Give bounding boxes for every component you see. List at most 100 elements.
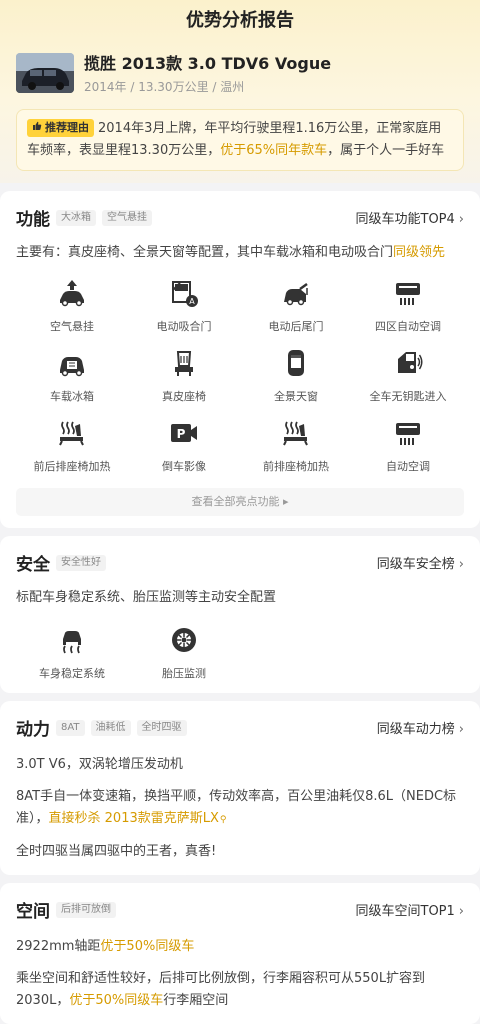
reason-highlight: 优于65%同年款车 bbox=[220, 143, 328, 158]
features-title: 功能 bbox=[16, 210, 50, 230]
car-name: 揽胜 2013款 3.0 TDV6 Vogue bbox=[84, 54, 332, 73]
power-transmission: 8AT手自一体变速箱，换挡平顺，传动效率高，百公里油耗仅8.6L（NEDC标准）… bbox=[16, 786, 464, 831]
feature-label: 真皮座椅 bbox=[162, 390, 206, 403]
feature-item[interactable]: 前排座椅加热 bbox=[240, 418, 352, 474]
tire-pressure-icon bbox=[168, 625, 200, 659]
svg-text:A: A bbox=[189, 297, 195, 306]
safety-card: 安全 安全性好 同级车安全榜 › 标配车身稳定系统、胎压监测等主动安全配置 车身稳… bbox=[0, 536, 480, 693]
feature-item[interactable]: 车身稳定系统 bbox=[16, 625, 128, 681]
car-photo bbox=[16, 52, 74, 93]
power-tailgate-icon bbox=[280, 278, 312, 312]
front-rear-seat-heating-icon bbox=[56, 418, 88, 452]
feature-item[interactable]: 真皮座椅 bbox=[128, 348, 240, 404]
features-summary: 主要有：真皮座椅、全景天窗等配置，其中车载冰箱和电动吸合门同级领先 bbox=[16, 242, 464, 264]
feature-item[interactable]: 全车无钥匙进入 bbox=[352, 348, 464, 404]
feature-label: 空气悬挂 bbox=[50, 320, 94, 333]
feature-label: 车身稳定系统 bbox=[39, 667, 105, 680]
features-chip: 大冰箱 bbox=[56, 209, 96, 226]
soft-close-door-icon: A bbox=[168, 278, 200, 312]
svg-text:P: P bbox=[177, 427, 186, 441]
space-trunk-highlight: 优于50%同级车 bbox=[69, 993, 164, 1008]
power-rank-link[interactable]: 同级车动力榜 › bbox=[377, 718, 464, 737]
search-icon: ⚲ bbox=[219, 815, 227, 825]
leather-seat-icon bbox=[168, 348, 200, 382]
page-title: 优势分析报告 bbox=[186, 10, 294, 31]
power-chip: 油耗低 bbox=[90, 719, 131, 736]
feature-item[interactable]: 前后排座椅加热 bbox=[16, 418, 128, 474]
safety-chip: 安全性好 bbox=[56, 554, 106, 571]
view-all-features-button[interactable]: 查看全部亮点功能 ▸ bbox=[16, 488, 464, 516]
thumb-up-icon bbox=[32, 119, 42, 137]
power-title: 动力 bbox=[16, 720, 50, 740]
feature-item[interactable]: 空气悬挂 bbox=[16, 278, 128, 334]
power-chip: 8AT bbox=[56, 719, 85, 736]
space-wheelbase-highlight: 优于50%同级车 bbox=[100, 939, 195, 954]
recommend-reason: 推荐理由 2014年3月上牌，年平均行驶里程1.16万公里，正常家庭用车频率，表… bbox=[16, 109, 464, 171]
space-wheelbase-text: 2922mm轴距 bbox=[16, 939, 101, 954]
space-rank-link[interactable]: 同级车空间TOP1 › bbox=[356, 900, 465, 919]
safety-title: 安全 bbox=[16, 555, 50, 575]
compare-link-label: 直接秒杀 2013款雷克萨斯LX bbox=[48, 811, 219, 826]
space-trunk: 乘坐空间和舒适性较好，后排可比例放倒，行李厢容积可从550L扩容到2030L，优… bbox=[16, 968, 464, 1012]
features-grid: 空气悬挂 A 电动吸合门 电动后尾门 四区自动空调 车载冰箱 真皮座椅 全景天窗… bbox=[16, 278, 464, 474]
power-drivetrain: 全时四驱当属四驱中的王者，真香! bbox=[16, 844, 217, 859]
feature-item[interactable]: 四区自动空调 bbox=[352, 278, 464, 334]
features-card: 功能 大冰箱 空气悬挂 同级车功能TOP4 › 主要有：真皮座椅、全景天窗等配置，… bbox=[0, 191, 480, 528]
feature-item[interactable]: 全景天窗 bbox=[240, 348, 352, 404]
reason-text-end: ，属于个人一手好车 bbox=[327, 143, 445, 158]
fridge-icon bbox=[56, 348, 88, 382]
chevron-right-icon: › bbox=[458, 904, 464, 919]
panoramic-sunroof-icon bbox=[280, 348, 312, 382]
safety-rank-link[interactable]: 同级车安全榜 › bbox=[377, 553, 464, 572]
reverse-camera-icon: P bbox=[168, 418, 200, 452]
feature-item[interactable]: 自动空调 bbox=[352, 418, 464, 474]
space-chip: 后排可放倒 bbox=[56, 901, 116, 918]
power-rank-label: 同级车动力榜 bbox=[376, 722, 455, 737]
features-rank-label: 同级车功能TOP4 bbox=[355, 212, 455, 227]
chevron-right-icon: › bbox=[458, 212, 464, 227]
feature-item[interactable]: A 电动吸合门 bbox=[128, 278, 240, 334]
feature-label: 电动吸合门 bbox=[156, 320, 212, 333]
features-chip: 空气悬挂 bbox=[102, 209, 152, 226]
recommend-tag: 推荐理由 bbox=[27, 119, 94, 137]
feature-item[interactable]: 胎压监测 bbox=[128, 625, 240, 681]
feature-label: 电动后尾门 bbox=[268, 320, 324, 333]
feature-label: 前排座椅加热 bbox=[263, 460, 329, 473]
chevron-right-icon: › bbox=[458, 722, 464, 737]
feature-item[interactable]: 车载冰箱 bbox=[16, 348, 128, 404]
power-chip: 全时四驱 bbox=[136, 719, 187, 736]
power-card: 动力 8AT 油耗低 全时四驱 同级车动力榜 › 3.0T V6，双涡轮增压发动机… bbox=[0, 701, 480, 875]
stability-control-icon bbox=[56, 625, 88, 659]
feature-item[interactable]: P 倒车影像 bbox=[128, 418, 240, 474]
feature-label: 全车无钥匙进入 bbox=[369, 390, 447, 403]
auto-ac-icon bbox=[392, 418, 424, 452]
keyless-entry-icon bbox=[392, 348, 424, 382]
air-suspension-icon bbox=[56, 278, 88, 312]
front-seat-heating-icon bbox=[280, 418, 312, 452]
features-rank-link[interactable]: 同级车功能TOP4 › bbox=[356, 208, 465, 227]
safety-rank-label: 同级车安全榜 bbox=[376, 557, 455, 572]
feature-label: 车载冰箱 bbox=[50, 390, 94, 403]
space-title: 空间 bbox=[16, 902, 50, 922]
safety-grid: 车身稳定系统 胎压监测 bbox=[16, 625, 464, 681]
feature-label: 全景天窗 bbox=[274, 390, 318, 403]
feature-label: 胎压监测 bbox=[162, 667, 206, 680]
car-meta: 2014年 / 13.30万公里 / 温州 bbox=[84, 80, 245, 94]
recommend-tag-label: 推荐理由 bbox=[45, 121, 89, 134]
feature-label: 自动空调 bbox=[386, 460, 430, 473]
feature-label: 四区自动空调 bbox=[375, 320, 441, 333]
space-rank-label: 同级车空间TOP1 bbox=[355, 904, 455, 919]
power-engine: 3.0T V6，双涡轮增压发动机 bbox=[16, 757, 183, 772]
space-trunk-text-end: 行李厢空间 bbox=[163, 993, 229, 1008]
features-summary-text: 主要有：真皮座椅、全景天窗等配置，其中车载冰箱和电动吸合门 bbox=[16, 245, 394, 260]
safety-summary: 标配车身稳定系统、胎压监测等主动安全配置 bbox=[16, 590, 277, 605]
features-summary-highlight: 同级领先 bbox=[393, 245, 446, 260]
four-zone-ac-icon bbox=[392, 278, 424, 312]
compare-link[interactable]: 直接秒杀 2013款雷克萨斯LX⚲ bbox=[49, 811, 227, 826]
report-header: 优势分析报告 揽胜 2013款 3.0 TDV6 Vogue 2014年 / 1… bbox=[0, 0, 480, 183]
feature-item[interactable]: 电动后尾门 bbox=[240, 278, 352, 334]
feature-label: 前后排座椅加热 bbox=[33, 460, 111, 473]
space-wheelbase: 2922mm轴距优于50%同级车 bbox=[16, 936, 464, 958]
car-summary[interactable]: 揽胜 2013款 3.0 TDV6 Vogue 2014年 / 13.30万公里… bbox=[16, 50, 464, 95]
feature-label: 倒车影像 bbox=[162, 460, 206, 473]
